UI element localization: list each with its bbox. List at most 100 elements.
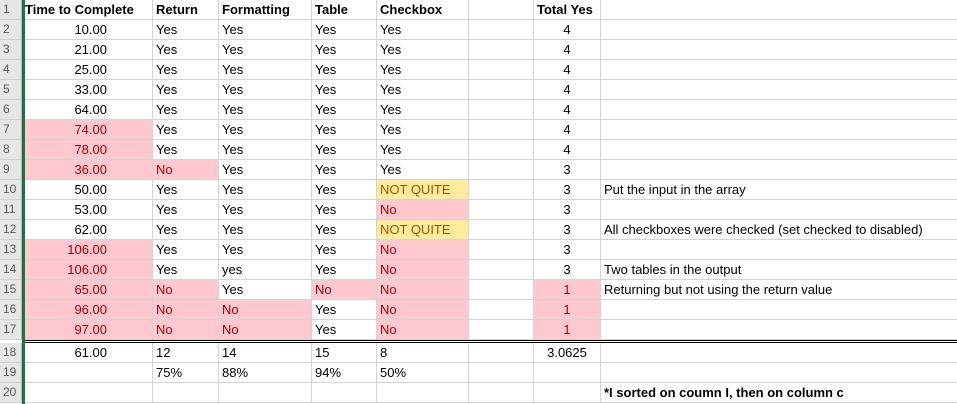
total-checkbox[interactable]: 8 (377, 343, 469, 363)
table-cell[interactable]: Yes (312, 260, 377, 280)
note-cell[interactable]: All checkboxes were checked (set checked… (601, 220, 957, 240)
formatting-cell[interactable]: Yes (219, 180, 312, 200)
row-number[interactable]: 17 (0, 320, 22, 340)
checkbox-cell[interactable]: Yes (377, 40, 469, 60)
return-cell[interactable]: Yes (153, 100, 219, 120)
total-time[interactable]: 61.00 (22, 343, 153, 363)
note-cell[interactable]: Put the input in the array (601, 180, 957, 200)
formatting-cell[interactable]: No (219, 300, 312, 320)
empty-cell[interactable] (469, 160, 534, 180)
total-return[interactable]: 12 (153, 343, 219, 363)
checkbox-cell[interactable]: NOT QUITE (377, 180, 469, 200)
table-cell[interactable]: Yes (312, 240, 377, 260)
table-cell[interactable]: Yes (312, 40, 377, 60)
total-yes-cell[interactable]: 3 (534, 240, 601, 260)
time-cell[interactable]: 74.00 (22, 120, 153, 140)
header-formatting[interactable]: Formatting (219, 0, 312, 20)
note-cell[interactable] (601, 20, 957, 40)
checkbox-cell[interactable]: No (377, 240, 469, 260)
header-total-yes[interactable]: Total Yes (534, 0, 601, 20)
empty-cell[interactable] (534, 363, 601, 383)
note-cell[interactable]: Returning but not using the return value (601, 280, 957, 300)
return-cell[interactable]: Yes (153, 40, 219, 60)
empty-cell[interactable] (469, 200, 534, 220)
formatting-cell[interactable]: Yes (219, 60, 312, 80)
row-number[interactable]: 5 (0, 80, 22, 100)
return-cell[interactable]: Yes (153, 80, 219, 100)
total-yes-cell[interactable]: 4 (534, 20, 601, 40)
note-cell[interactable] (601, 200, 957, 220)
row-number[interactable]: 8 (0, 140, 22, 160)
total-yes-cell[interactable]: 3 (534, 220, 601, 240)
formatting-cell[interactable]: Yes (219, 140, 312, 160)
row-number[interactable]: 15 (0, 280, 22, 300)
formatting-cell[interactable]: Yes (219, 240, 312, 260)
return-cell[interactable]: Yes (153, 120, 219, 140)
checkbox-cell[interactable]: No (377, 200, 469, 220)
total-yes-cell[interactable]: 3 (534, 260, 601, 280)
empty-cell[interactable] (469, 220, 534, 240)
row-number[interactable]: 20 (0, 383, 22, 403)
time-cell[interactable]: 62.00 (22, 220, 153, 240)
row-number[interactable]: 16 (0, 300, 22, 320)
header-checkbox[interactable]: Checkbox (377, 0, 469, 20)
note-cell[interactable] (601, 100, 957, 120)
table-cell[interactable]: Yes (312, 300, 377, 320)
formatting-cell[interactable]: Yes (219, 120, 312, 140)
total-yes-cell[interactable]: 4 (534, 80, 601, 100)
empty-cell[interactable] (534, 383, 601, 403)
time-cell[interactable]: 33.00 (22, 80, 153, 100)
total-yes-average[interactable]: 3.0625 (534, 343, 601, 363)
time-cell[interactable]: 25.00 (22, 60, 153, 80)
time-cell[interactable]: 65.00 (22, 280, 153, 300)
empty-cell[interactable] (469, 100, 534, 120)
note-cell[interactable] (601, 320, 957, 340)
empty-cell[interactable] (469, 383, 534, 403)
total-table[interactable]: 15 (312, 343, 377, 363)
total-yes-cell[interactable]: 4 (534, 100, 601, 120)
row-number[interactable]: 7 (0, 120, 22, 140)
table-cell[interactable]: Yes (312, 200, 377, 220)
total-yes-cell[interactable]: 4 (534, 140, 601, 160)
note-cell[interactable]: Two tables in the output (601, 260, 957, 280)
return-cell[interactable]: No (153, 300, 219, 320)
total-yes-cell[interactable]: 3 (534, 160, 601, 180)
total-yes-cell[interactable]: 1 (534, 300, 601, 320)
note-cell[interactable] (601, 160, 957, 180)
table-cell[interactable]: Yes (312, 140, 377, 160)
total-yes-cell[interactable]: 4 (534, 120, 601, 140)
return-cell[interactable]: No (153, 160, 219, 180)
table-cell[interactable]: Yes (312, 220, 377, 240)
row-number[interactable]: 4 (0, 60, 22, 80)
row-number[interactable]: 12 (0, 220, 22, 240)
checkbox-cell[interactable]: Yes (377, 160, 469, 180)
time-cell[interactable]: 106.00 (22, 240, 153, 260)
checkbox-cell[interactable]: Yes (377, 80, 469, 100)
checkbox-cell[interactable]: No (377, 280, 469, 300)
empty-cell[interactable] (153, 383, 219, 403)
row-number[interactable]: 18 (0, 343, 22, 363)
time-cell[interactable]: 21.00 (22, 40, 153, 60)
formatting-cell[interactable]: Yes (219, 200, 312, 220)
row-number[interactable]: 11 (0, 200, 22, 220)
empty-cell[interactable] (469, 280, 534, 300)
empty-cell[interactable] (469, 363, 534, 383)
empty-cell[interactable] (219, 383, 312, 403)
return-cell[interactable]: Yes (153, 60, 219, 80)
checkbox-cell[interactable]: Yes (377, 20, 469, 40)
row-number[interactable]: 1 (0, 0, 22, 20)
note-cell[interactable] (601, 140, 957, 160)
empty-cell[interactable] (469, 140, 534, 160)
percent-return[interactable]: 75% (153, 363, 219, 383)
formatting-cell[interactable]: No (219, 320, 312, 340)
time-cell[interactable]: 10.00 (22, 20, 153, 40)
time-cell[interactable]: 64.00 (22, 100, 153, 120)
percent-formatting[interactable]: 88% (219, 363, 312, 383)
percent-table[interactable]: 94% (312, 363, 377, 383)
empty-cell[interactable] (469, 0, 534, 20)
table-cell[interactable]: Yes (312, 320, 377, 340)
table-cell[interactable]: Yes (312, 180, 377, 200)
table-cell[interactable]: Yes (312, 160, 377, 180)
time-cell[interactable]: 97.00 (22, 320, 153, 340)
time-cell[interactable]: 53.00 (22, 200, 153, 220)
